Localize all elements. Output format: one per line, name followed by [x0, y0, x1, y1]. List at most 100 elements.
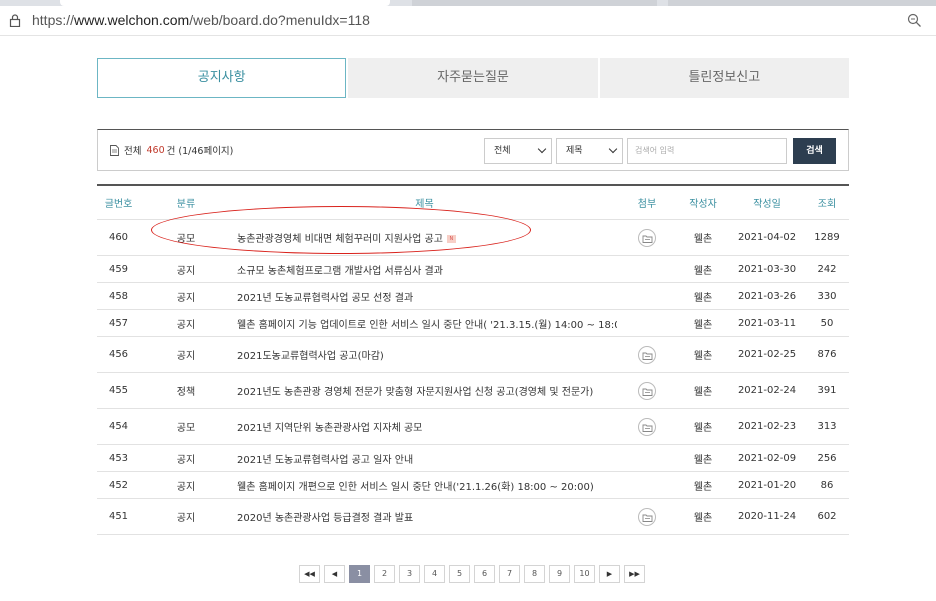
- row-category: 공지: [176, 265, 196, 277]
- new-badge: N: [446, 235, 456, 243]
- attachment-icon[interactable]: [638, 381, 656, 400]
- row-views: 330: [817, 290, 837, 302]
- tab-faq[interactable]: 자주묻는질문: [348, 58, 598, 98]
- row-date: 2021-04-02: [737, 232, 797, 243]
- row-title-link[interactable]: 2021년도 농촌관광 경영체 전문가 맞춤형 자문지원사업 신청 공고(경영체…: [237, 387, 593, 398]
- first-page-button[interactable]: ◀◀: [299, 565, 320, 583]
- table-row[interactable]: 456 공지 2021도농교류협력사업 공고(마감) 웰촌 2021-02-25 876: [97, 337, 849, 373]
- page-button-2[interactable]: 2: [374, 565, 395, 583]
- row-title-link[interactable]: 2020년 농촌관광사업 등급결정 결과 발표: [237, 513, 413, 524]
- row-views: 876: [817, 349, 837, 360]
- page-button-3[interactable]: 3: [399, 565, 420, 583]
- next-page-button[interactable]: ▶: [599, 565, 620, 583]
- table-row[interactable]: 454 공모 2021년 지역단위 농촌관광사업 지자체 공모 웰촌 2021-02-2…: [97, 409, 849, 445]
- lock-icon: [9, 14, 21, 27]
- row-date: 2021-02-25: [737, 349, 797, 360]
- tab-notice[interactable]: 공지사항: [97, 58, 347, 98]
- table-row[interactable]: 459 공지 소규모 농촌체험프로그램 개발사업 서류심사 결과 웰촌 2021-03-…: [97, 256, 849, 283]
- row-no: 456: [108, 349, 129, 360]
- row-title-link[interactable]: 2021년 도농교류협력사업 공고 일자 안내: [237, 455, 413, 466]
- attachment-icon[interactable]: [638, 507, 656, 526]
- row-writer: 웰촌: [693, 513, 713, 524]
- page-button-7[interactable]: 7: [499, 565, 520, 583]
- attachment-icon[interactable]: [638, 228, 656, 247]
- row-writer: 웰촌: [693, 387, 713, 398]
- search-input[interactable]: 검색어 입력: [627, 138, 787, 164]
- table-row[interactable]: 460 공모 농촌관광경영체 비대면 체험꾸러미 지원사업 공고 N 웰촌 2021-04…: [97, 220, 849, 256]
- row-category: 공지: [176, 319, 196, 331]
- table-row[interactable]: 458 공지 2021년 도농교류협력사업 공모 선정 결과 웰촌 2021-03-26…: [97, 283, 849, 310]
- row-views: 256: [817, 452, 837, 464]
- row-title-link[interactable]: 웰촌 홈페이지 개편으로 인한 서비스 일시 중단 안내('21.1.26(화)…: [237, 482, 594, 493]
- table-row[interactable]: 455 정책 2021년도 농촌관광 경영체 전문가 맞춤형 자문지원사업 신청 공…: [97, 373, 849, 409]
- row-no: 459: [108, 263, 129, 275]
- row-views: 1289: [814, 232, 840, 243]
- header-category: 분류: [176, 199, 196, 210]
- table-row[interactable]: 451 공지 2020년 농촌관광사업 등급결정 결과 발표 웰촌 2020-11-24…: [97, 499, 849, 535]
- last-page-button[interactable]: ▶▶: [624, 565, 645, 583]
- row-title-link[interactable]: 2021년 도농교류협력사업 공모 선정 결과: [237, 293, 413, 304]
- page-button-5[interactable]: 5: [449, 565, 470, 583]
- row-no: 455: [108, 385, 129, 396]
- row-no: 451: [108, 511, 129, 522]
- attachment-icon[interactable]: [638, 345, 656, 364]
- header-date: 작성일: [753, 199, 781, 210]
- search-panel: 전체 460 건 (1/46페이지) 전체 제목 검색어 입력 검색: [97, 129, 849, 171]
- address-bar[interactable]: https://www.welchon.com/web/board.do?men…: [0, 6, 936, 36]
- page-button-6[interactable]: 6: [474, 565, 495, 583]
- search-button[interactable]: 검색: [793, 138, 836, 164]
- row-writer: 웰촌: [693, 481, 713, 493]
- row-date: 2021-01-20: [737, 479, 797, 491]
- page-button-9[interactable]: 9: [549, 565, 570, 583]
- header-views: 조회: [817, 199, 837, 210]
- row-category: 공지: [176, 292, 196, 304]
- row-views: 313: [817, 421, 837, 432]
- row-writer: 웰촌: [693, 292, 713, 304]
- page-button-8[interactable]: 8: [524, 565, 545, 583]
- row-title-link[interactable]: 농촌관광경영체 비대면 체험꾸러미 지원사업 공고: [237, 234, 443, 245]
- table-header: 글번호 분류 제목 첨부 작성자 작성일 조회: [97, 186, 849, 220]
- row-writer: 웰촌: [693, 454, 713, 466]
- scope-select[interactable]: 전체: [484, 138, 552, 164]
- scope-select-value: 전체: [494, 146, 511, 156]
- row-category: 공지: [176, 454, 196, 466]
- page-button-4[interactable]: 4: [424, 565, 445, 583]
- page-button-10[interactable]: 10: [574, 565, 595, 583]
- table-row[interactable]: 452 공지 웰촌 홈페이지 개편으로 인한 서비스 일시 중단 안내('21.1.…: [97, 472, 849, 499]
- chevron-down-icon: [537, 144, 547, 154]
- row-title-link[interactable]: 2021도농교류협력사업 공고(마감): [237, 351, 384, 362]
- row-title-cell: 농촌관광경영체 비대면 체험꾸러미 지원사업 공고 N: [232, 230, 617, 245]
- total-suffix: 건 (1/46페이지): [166, 146, 234, 157]
- row-date: 2021-03-11: [737, 317, 797, 329]
- row-title-cell: 2021년 도농교류협력사업 공고 일자 안내: [232, 451, 617, 466]
- tab-error-report[interactable]: 틀린정보신고: [599, 58, 849, 98]
- url-text[interactable]: https://www.welchon.com/web/board.do?men…: [32, 12, 370, 28]
- header-no: 글번호: [104, 199, 133, 210]
- zoom-icon[interactable]: [907, 13, 922, 28]
- row-date: 2021-03-26: [737, 290, 797, 302]
- field-select[interactable]: 제목: [556, 138, 623, 164]
- row-date: 2021-02-23: [737, 421, 797, 432]
- row-views: 242: [817, 263, 837, 275]
- row-title-cell: 2021도농교류협력사업 공고(마감): [232, 347, 617, 362]
- row-title-link[interactable]: 소규모 농촌체험프로그램 개발사업 서류심사 결과: [237, 266, 443, 277]
- table-row[interactable]: 457 공지 웰촌 홈페이지 기능 업데이트로 인한 서비스 일시 중단 안내( '…: [97, 310, 849, 337]
- row-attachment: [617, 228, 677, 247]
- row-category: 공지: [176, 481, 196, 493]
- row-title-cell: 2021년 도농교류협력사업 공모 선정 결과: [232, 289, 617, 304]
- row-category: 공모: [176, 234, 196, 245]
- attachment-icon[interactable]: [638, 417, 656, 436]
- table-row[interactable]: 453 공지 2021년 도농교류협력사업 공고 일자 안내 웰촌 2021-02-09…: [97, 445, 849, 472]
- row-no: 458: [108, 290, 129, 302]
- row-title-link[interactable]: 웰촌 홈페이지 기능 업데이트로 인한 서비스 일시 중단 안내( '21.3.…: [237, 320, 617, 331]
- row-views: 50: [820, 317, 834, 329]
- header-title: 제목: [415, 199, 434, 210]
- row-writer: 웰촌: [693, 351, 713, 362]
- row-title-link[interactable]: 2021년 지역단위 농촌관광사업 지자체 공모: [237, 423, 422, 434]
- row-writer: 웰촌: [693, 423, 713, 434]
- row-title-cell: 웰촌 홈페이지 개편으로 인한 서비스 일시 중단 안내('21.1.26(화)…: [232, 478, 617, 493]
- page-button-1[interactable]: 1: [349, 565, 370, 583]
- prev-page-button[interactable]: ◀: [324, 565, 345, 583]
- row-no: 454: [108, 421, 129, 432]
- row-no: 457: [108, 317, 129, 329]
